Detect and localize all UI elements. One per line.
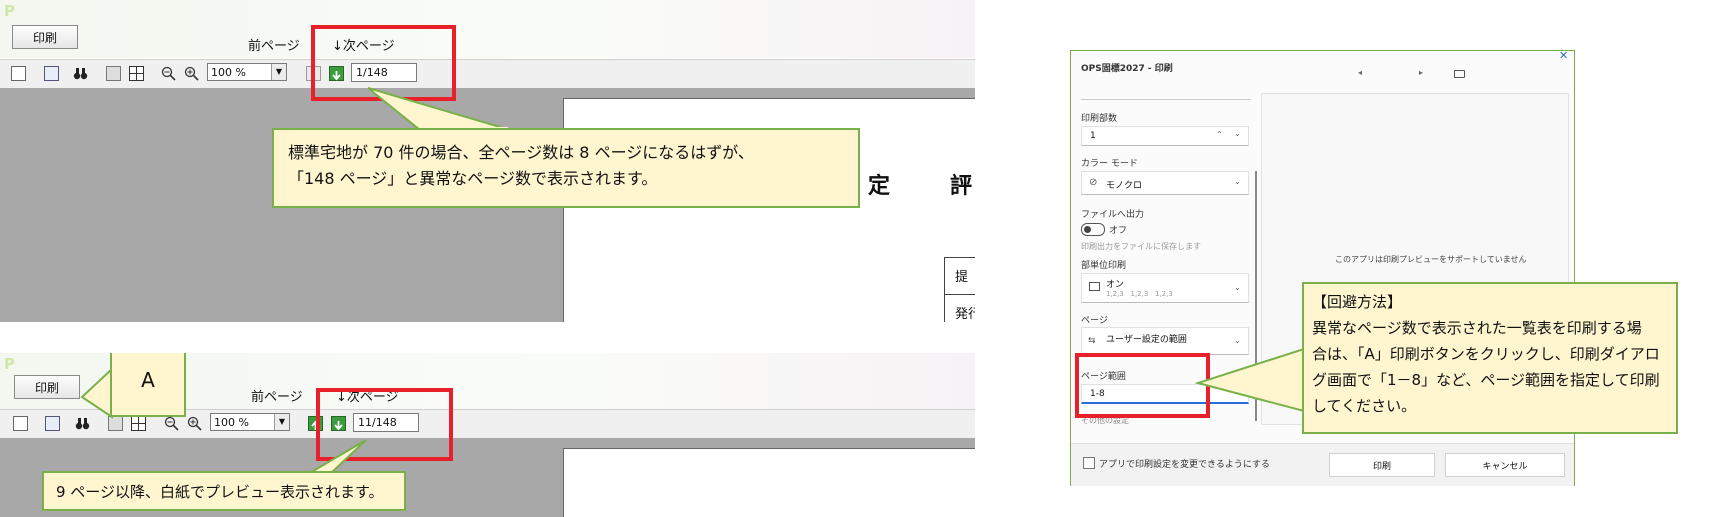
callout-text: 9 ページ以降、白紙でプレビュー表示されます。 — [56, 483, 384, 501]
color-mode-value: モノクロ — [1106, 181, 1143, 191]
copy-page-icon[interactable] — [45, 416, 60, 431]
settings-divider — [1081, 99, 1251, 100]
print-button[interactable]: 印刷 — [12, 25, 78, 49]
table-cell: 提 — [955, 270, 969, 285]
workaround-line: してください。 — [1312, 397, 1417, 415]
table-row-divider — [945, 294, 975, 295]
label-a-box: A — [110, 353, 186, 417]
prev-page-link[interactable]: 前ページ — [251, 386, 303, 405]
file-output-toggle[interactable] — [1081, 223, 1105, 236]
dialog-title: OPS固標2027 - 印刷 — [1081, 64, 1173, 74]
pages-label: ページ — [1081, 316, 1108, 326]
workaround-line: 異常なページ数で表示された一覧表を印刷する場 — [1312, 319, 1642, 337]
zoom-in-icon[interactable] — [184, 66, 199, 81]
chevron-down-icon[interactable]: ▼ — [274, 414, 289, 430]
zoom-value: 100 % — [211, 66, 246, 79]
print-button[interactable]: 印刷 — [14, 375, 80, 399]
copies-stepper[interactable]: 1 ⌃ ⌄ — [1081, 126, 1249, 146]
chevron-down-icon[interactable]: ▼ — [271, 64, 286, 80]
dialog-cancel-button[interactable]: キャンセル — [1445, 453, 1565, 477]
multi-page-icon[interactable] — [129, 66, 144, 81]
workaround-line: グ画面で「1－8」など、ページ範囲を指定して印刷 — [1312, 371, 1660, 389]
callout-pointer — [1194, 347, 1306, 413]
chevron-up-icon[interactable]: ⌃ — [1216, 130, 1223, 139]
preview-toolbar: 100 % ▼ 1/148 — [0, 59, 975, 89]
zoom-out-icon[interactable] — [161, 66, 176, 81]
allow-change-label: アプリで印刷設定を変更できるようにする — [1099, 460, 1270, 470]
zoom-select[interactable]: 100 % ▼ — [207, 63, 287, 81]
chevron-down-icon[interactable]: ⌄ — [1234, 129, 1241, 138]
page-range-highlight — [1075, 353, 1210, 418]
preview-prev-icon[interactable]: ◂ — [1358, 68, 1362, 77]
top-title-bar: P — [0, 0, 975, 58]
file-output-desc: 印刷出力をファイルに保存します — [1081, 242, 1201, 251]
callout-line: 標準宅地が 70 件の場合、全ページ数は 8 ページになるはずが、 — [288, 143, 754, 162]
prev-page-link[interactable]: 前ページ — [248, 35, 300, 54]
copies-value: 1 — [1090, 131, 1096, 141]
monochrome-icon: ⊘ — [1089, 177, 1098, 188]
sheet-title-char: 評 — [950, 174, 973, 199]
pages-icon: ⇆ — [1088, 336, 1096, 346]
file-output-state: オフ — [1109, 226, 1128, 236]
no-preview-message: このアプリは印刷プレビューをサポートしていません — [1335, 255, 1527, 264]
dialog-print-button[interactable]: 印刷 — [1329, 453, 1435, 477]
workaround-line: 合は、「A」印刷ボタンをクリックし、印刷ダイアロ — [1312, 345, 1660, 363]
color-mode-select[interactable]: ⊘ モノクロ ⌄ — [1081, 171, 1249, 195]
binoculars-icon[interactable] — [73, 66, 88, 81]
multi-page-icon[interactable] — [131, 416, 146, 431]
collate-sub: 1,2,3 1,2,3 1,2,3 — [1106, 290, 1173, 298]
collate-icon — [1089, 282, 1100, 291]
copy-page-icon[interactable] — [44, 66, 59, 81]
pages-value: ユーザー設定の範囲 — [1106, 335, 1187, 345]
sidebar-toggle-icon[interactable] — [11, 66, 26, 81]
sheet-title-char: 定 — [868, 174, 891, 199]
table-cell: 発行 — [955, 307, 975, 322]
label-a-text: A — [141, 368, 155, 392]
close-icon[interactable]: ✕ — [1559, 49, 1568, 62]
collate-label: 部単位印刷 — [1081, 261, 1127, 271]
file-output-label: ファイルへ出力 — [1081, 210, 1145, 220]
zoom-select[interactable]: 100 % ▼ — [210, 413, 290, 431]
bottom-preview-window: P 印刷 前ページ ↓次ページ 100 % ▼ 11/148 A 9 ページ以降… — [0, 353, 975, 517]
top-preview-window: P 印刷 前ページ ↓次ページ 100 % ▼ 1/148 定 評 提 発行 標… — [0, 0, 975, 322]
callout-line: 「148 ページ」と異常なページ数で表示されます。 — [288, 169, 658, 188]
zoom-value: 100 % — [214, 416, 249, 429]
workaround-callout: 【回避方法】 異常なページ数で表示された一覧表を印刷する場 合は、「A」印刷ボタ… — [1302, 282, 1678, 434]
zoom-out-icon[interactable] — [164, 416, 179, 431]
chevron-down-icon[interactable]: ⌄ — [1234, 336, 1241, 345]
color-mode-label: カラー モード — [1081, 159, 1138, 169]
app-logo: P — [4, 2, 15, 20]
collate-value: オン — [1106, 280, 1125, 290]
single-page-icon[interactable] — [106, 66, 121, 81]
workaround-heading: 【回避方法】 — [1312, 293, 1403, 311]
blank-page-callout: 9 ページ以降、白紙でプレビュー表示されます。 — [42, 471, 406, 511]
page-count-callout: 標準宅地が 70 件の場合、全ページ数は 8 ページになるはずが、 「148 ペ… — [272, 128, 860, 208]
zoom-in-icon[interactable] — [187, 416, 202, 431]
toggle-knob — [1084, 226, 1091, 233]
chevron-down-icon[interactable]: ⌄ — [1234, 177, 1241, 186]
report-table: 提 発行 — [944, 257, 975, 322]
collate-select[interactable]: オン 1,2,3 1,2,3 1,2,3 ⌄ — [1081, 273, 1249, 303]
blank-page — [563, 448, 975, 517]
preview-next-icon[interactable]: ▸ — [1419, 68, 1423, 77]
copies-label: 印刷部数 — [1081, 114, 1118, 124]
allow-change-checkbox[interactable] — [1083, 457, 1095, 469]
fit-page-icon[interactable] — [1454, 70, 1465, 78]
sidebar-toggle-icon[interactable] — [13, 416, 28, 431]
chevron-down-icon[interactable]: ⌄ — [1234, 283, 1241, 292]
app-logo: P — [4, 355, 15, 373]
